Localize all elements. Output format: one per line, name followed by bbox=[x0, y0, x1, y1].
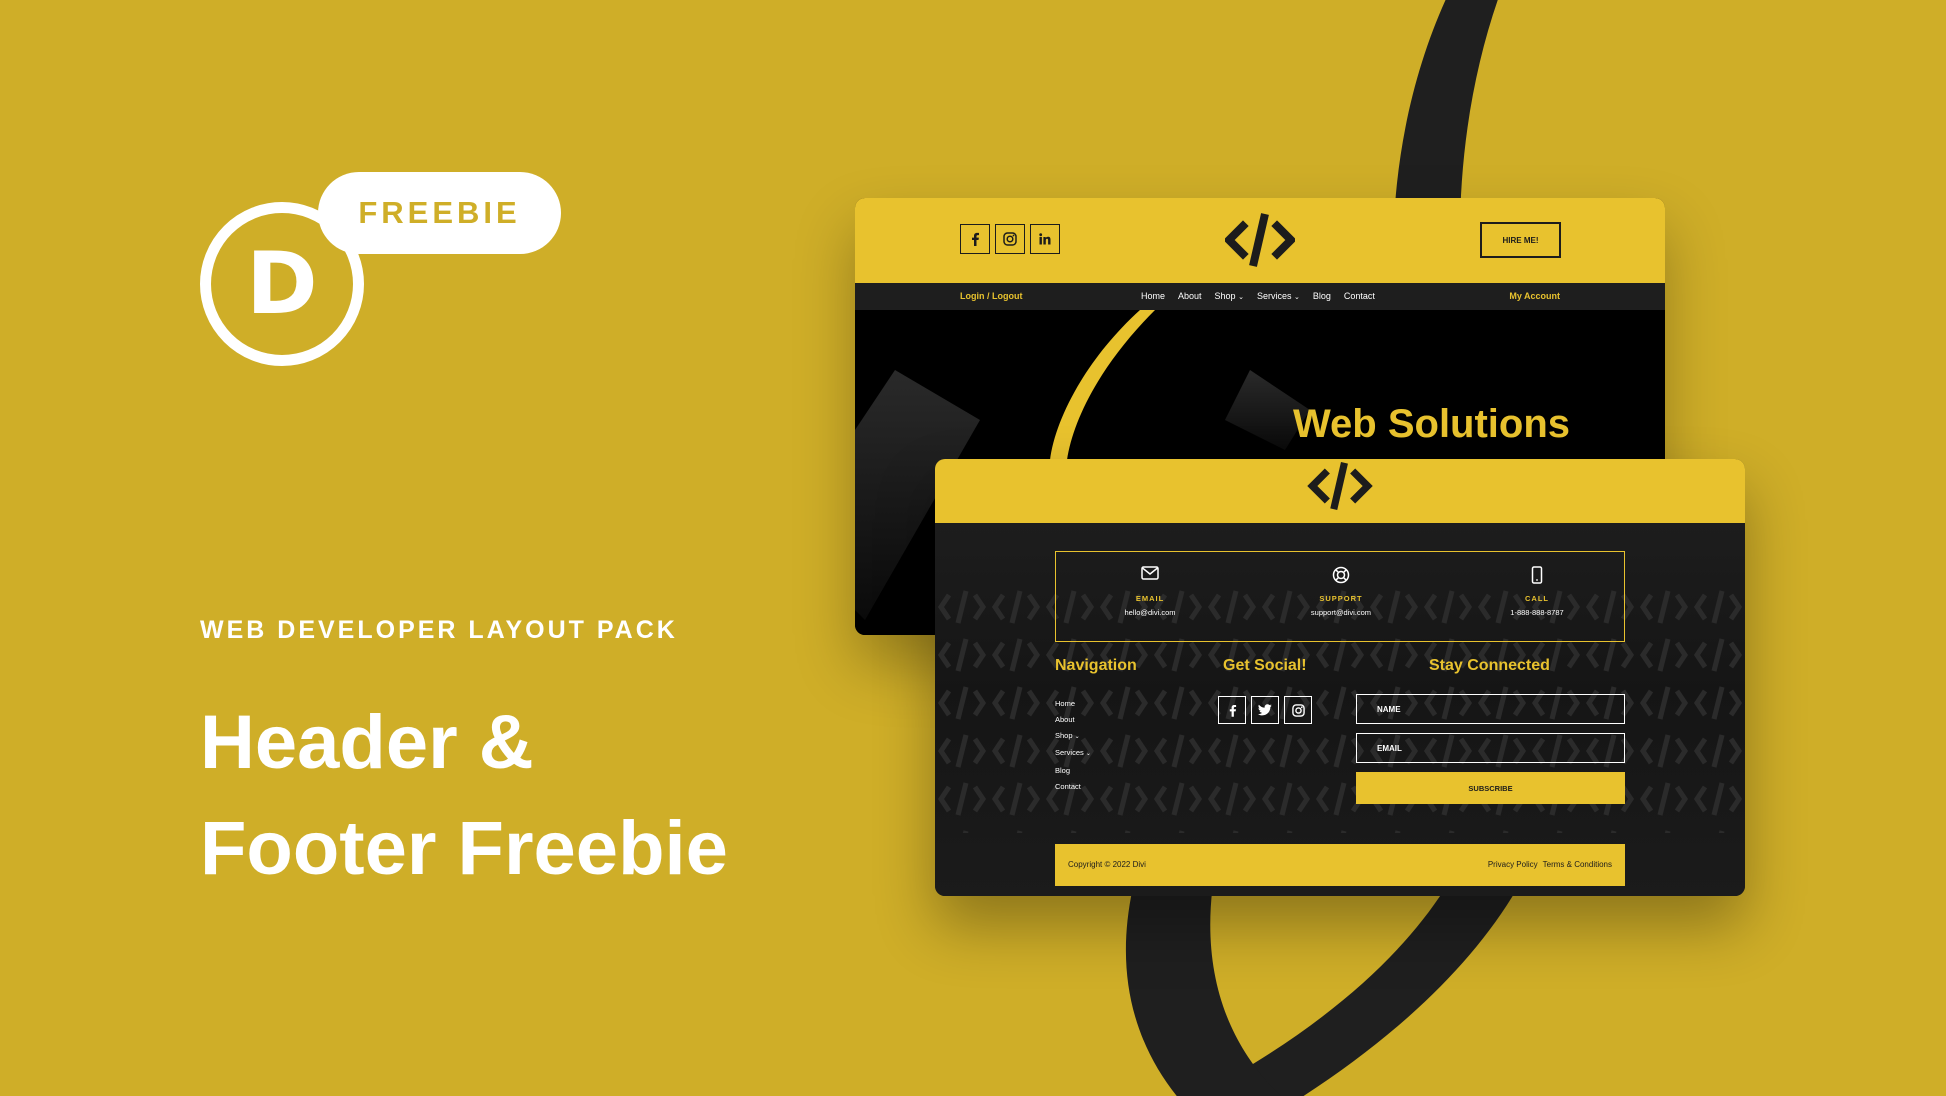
facebook-icon[interactable] bbox=[960, 224, 990, 254]
headline: Header & Footer Freebie bbox=[200, 690, 728, 902]
subscribe-button[interactable]: SUBSCRIBE bbox=[1356, 772, 1625, 804]
footer-nav-list: Home About Shop ⌄ Services ⌄ Blog Contac… bbox=[1055, 696, 1091, 795]
login-logout-link[interactable]: Login / Logout bbox=[960, 291, 1022, 301]
my-account-link[interactable]: My Account bbox=[1509, 291, 1560, 301]
phone-icon bbox=[1531, 566, 1543, 584]
nav-shop-label: Shop bbox=[1214, 291, 1236, 301]
lifebuoy-icon bbox=[1332, 566, 1350, 584]
code-logo-icon[interactable] bbox=[1225, 212, 1295, 268]
contact-support[interactable]: SUPPORT support@divi.com bbox=[1271, 566, 1411, 617]
contact-info-box: EMAIL hello@divi.com SUPPORT support@div… bbox=[1055, 551, 1625, 642]
name-field[interactable]: NAME bbox=[1356, 694, 1625, 724]
copyright-bar: Copyright © 2022 Divi Privacy Policy Ter… bbox=[1055, 844, 1625, 886]
footer-nav-services[interactable]: Services ⌄ bbox=[1055, 745, 1091, 763]
footer-nav-services-label: Services bbox=[1055, 748, 1084, 758]
get-social-heading: Get Social! bbox=[1223, 657, 1307, 674]
freebie-badge: FREEBIE bbox=[318, 172, 561, 254]
nav-shop[interactable]: Shop ⌄ bbox=[1215, 291, 1244, 301]
header-top-bar: HIRE ME! bbox=[855, 198, 1665, 283]
linkedin-icon[interactable] bbox=[1030, 224, 1060, 254]
contact-call-value: 1-888-888-8787 bbox=[1510, 608, 1564, 617]
chevron-down-icon: ⌄ bbox=[1294, 294, 1300, 301]
email-field[interactable]: EMAIL bbox=[1356, 733, 1625, 763]
contact-call-label: CALL bbox=[1525, 594, 1549, 603]
contact-email-value: hello@divi.com bbox=[1124, 608, 1176, 617]
contact-support-label: SUPPORT bbox=[1319, 594, 1363, 603]
nav-about[interactable]: About bbox=[1178, 291, 1202, 301]
footer-nav-blog[interactable]: Blog bbox=[1055, 763, 1091, 779]
headline-line-1: Header & bbox=[200, 700, 534, 785]
kicker-text: WEB DEVELOPER LAYOUT PACK bbox=[200, 616, 678, 644]
contact-email-label: EMAIL bbox=[1135, 594, 1165, 603]
nav-home[interactable]: Home bbox=[1141, 291, 1165, 301]
footer-nav-contact[interactable]: Contact bbox=[1055, 779, 1091, 795]
code-logo-icon[interactable] bbox=[1305, 461, 1375, 511]
footer-top-bar bbox=[935, 459, 1745, 523]
footer-nav-home[interactable]: Home bbox=[1055, 696, 1091, 712]
footer-nav-shop[interactable]: Shop ⌄ bbox=[1055, 728, 1091, 746]
nav-blog[interactable]: Blog bbox=[1313, 291, 1331, 301]
nav-services[interactable]: Services ⌄ bbox=[1257, 291, 1300, 301]
divi-logo-letter: D bbox=[246, 234, 318, 334]
headline-line-2: Footer Freebie bbox=[200, 806, 728, 891]
footer-mockup: EMAIL hello@divi.com SUPPORT support@div… bbox=[935, 459, 1745, 896]
header-nav-menu: Home About Shop ⌄ Services ⌄ Blog Contac… bbox=[1141, 291, 1375, 301]
footer-body: EMAIL hello@divi.com SUPPORT support@div… bbox=[935, 523, 1745, 896]
nav-contact[interactable]: Contact bbox=[1344, 291, 1375, 301]
contact-call[interactable]: CALL 1-888-888-8787 bbox=[1467, 566, 1607, 617]
legal-links: Privacy Policy Terms & Conditions bbox=[1488, 860, 1612, 869]
hero-title: Web Solutions bbox=[1293, 402, 1571, 446]
terms-link[interactable]: Terms & Conditions bbox=[1543, 860, 1612, 869]
facebook-icon[interactable] bbox=[1218, 696, 1246, 724]
chevron-down-icon: ⌄ bbox=[1085, 751, 1091, 758]
navigation-heading: Navigation bbox=[1055, 657, 1137, 674]
footer-nav-shop-label: Shop bbox=[1055, 730, 1073, 740]
contact-email[interactable]: EMAIL hello@divi.com bbox=[1080, 566, 1220, 617]
nav-services-label: Services bbox=[1256, 291, 1292, 301]
envelope-icon bbox=[1141, 566, 1159, 580]
stay-connected-heading: Stay Connected bbox=[1429, 657, 1550, 674]
chevron-down-icon: ⌄ bbox=[1074, 733, 1080, 740]
chevron-down-icon: ⌄ bbox=[1238, 294, 1244, 301]
twitter-icon[interactable] bbox=[1251, 696, 1279, 724]
copyright-text: Copyright © 2022 Divi bbox=[1068, 860, 1146, 869]
footer-nav-about[interactable]: About bbox=[1055, 712, 1091, 728]
instagram-icon[interactable] bbox=[1284, 696, 1312, 724]
hire-me-button[interactable]: HIRE ME! bbox=[1480, 222, 1561, 258]
instagram-icon[interactable] bbox=[995, 224, 1025, 254]
header-nav-bar: Login / Logout Home About Shop ⌄ Service… bbox=[855, 283, 1665, 310]
privacy-policy-link[interactable]: Privacy Policy bbox=[1488, 860, 1538, 869]
contact-support-value: support@divi.com bbox=[1310, 608, 1372, 617]
